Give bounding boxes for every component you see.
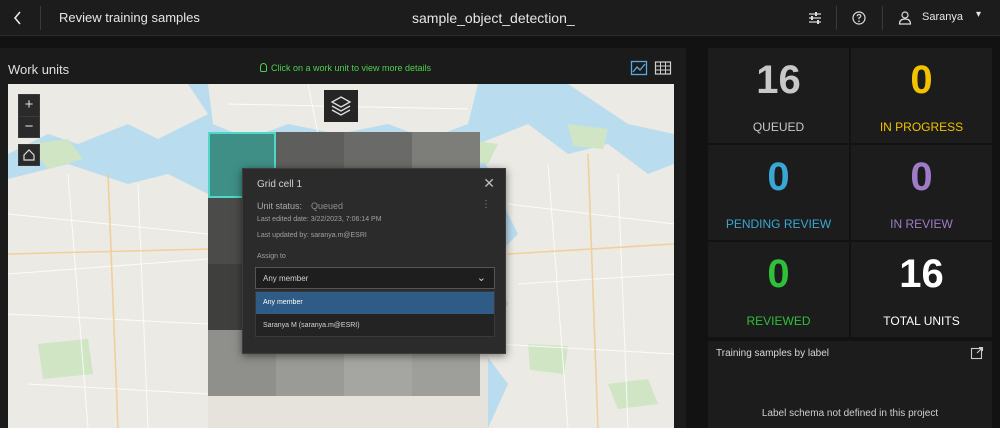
zoom-in-button[interactable]: + (19, 95, 39, 116)
divider (40, 6, 41, 30)
work-units-hint: Click on a work unit to view more detail… (260, 63, 431, 73)
layers-button[interactable] (324, 90, 358, 122)
table-view-toggle[interactable] (654, 60, 672, 76)
user-name[interactable]: Saranya (922, 11, 963, 23)
help-button[interactable] (850, 9, 868, 27)
app-title: Review training samples (59, 10, 200, 25)
training-samples-panel: Training samples by label Label schema n… (708, 341, 992, 428)
home-icon (23, 149, 35, 161)
stat-label: TOTAL UNITS (883, 314, 960, 328)
table-view-icon (654, 61, 672, 75)
open-external-button[interactable] (970, 346, 984, 360)
grid-cell-popup: Grid cell 1 ✕ ⋮ Unit status: Queued Last… (242, 168, 506, 354)
divider (836, 6, 837, 30)
stat-label: QUEUED (752, 120, 805, 134)
stat-pending-review: 0 PENDING REVIEW (708, 145, 849, 240)
chevron-left-icon (13, 11, 21, 25)
help-icon (852, 11, 866, 25)
hint-text: Click on a work unit to view more detail… (271, 63, 432, 73)
stat-value: 0 (767, 252, 790, 296)
sliders-icon (809, 12, 821, 24)
lightbulb-icon (260, 63, 267, 72)
assign-to-select[interactable]: Any member ⌄ (255, 267, 495, 289)
user-icon (898, 11, 912, 25)
work-units-panel: Work units Click on a work unit to view … (0, 48, 686, 428)
chevron-down-icon: ⌄ (476, 272, 486, 284)
top-bar: Review training samples sample_object_de… (0, 0, 1000, 36)
home-button[interactable] (18, 144, 40, 166)
user-menu-button[interactable] (896, 9, 914, 27)
stat-value: 0 (910, 155, 933, 199)
stat-label: REVIEWED (746, 314, 811, 328)
stat-value: 16 (756, 58, 801, 102)
work-units-title: Work units (8, 62, 70, 77)
map-view-toggle[interactable] (630, 60, 648, 76)
stat-queued: 16 QUEUED (708, 48, 849, 143)
chevron-down-icon[interactable]: ▾ (976, 9, 981, 20)
project-name: sample_object_detection_ (412, 10, 575, 26)
stat-total-units: 16 TOTAL UNITS (851, 242, 992, 337)
divider (882, 6, 883, 30)
label-schema-message: Label schema not defined in this project (761, 408, 939, 419)
last-edited-date: Last edited date: 3/22/2023, 7:06:14 PM (257, 216, 382, 223)
stat-label: PENDING REVIEW (725, 217, 832, 231)
dropdown-option-saranya[interactable]: Saranya M (saranya.m@ESRI) (256, 315, 494, 337)
assign-to-value: Any member (263, 274, 309, 283)
popup-title: Grid cell 1 (257, 179, 303, 190)
stat-label: IN PROGRESS (879, 120, 964, 134)
settings-button[interactable] (806, 9, 824, 27)
stat-in-review: 0 IN REVIEW (851, 145, 992, 240)
training-samples-title: Training samples by label (716, 348, 830, 359)
assign-to-dropdown: Any member Saranya M (saranya.m@ESRI) (255, 291, 495, 337)
work-unit-stats: 16 QUEUED 0 IN PROGRESS 0 PENDING REVIEW… (708, 48, 992, 337)
assign-to-label: Assign to (257, 253, 286, 260)
back-button[interactable] (6, 6, 30, 30)
stat-value: 0 (910, 58, 933, 102)
stat-label: IN REVIEW (890, 217, 953, 231)
more-options-icon[interactable]: ⋮ (481, 199, 491, 210)
unit-status-value: Queued (311, 201, 344, 211)
last-updated-by: Last updated by: saranya.m@ESRI (257, 232, 367, 239)
unit-status-label: Unit status: (257, 201, 303, 211)
dropdown-option-any-member[interactable]: Any member (256, 292, 494, 314)
zoom-control: + − (18, 94, 40, 138)
open-external-icon (970, 346, 984, 360)
layers-icon (330, 96, 352, 116)
stat-reviewed: 0 REVIEWED (708, 242, 849, 337)
stat-value: 16 (899, 252, 944, 296)
zoom-out-button[interactable]: − (19, 116, 39, 137)
close-icon[interactable]: ✕ (483, 175, 495, 192)
stat-in-progress: 0 IN PROGRESS (851, 48, 992, 143)
map-view-icon (630, 60, 648, 76)
stat-value: 0 (767, 155, 790, 199)
